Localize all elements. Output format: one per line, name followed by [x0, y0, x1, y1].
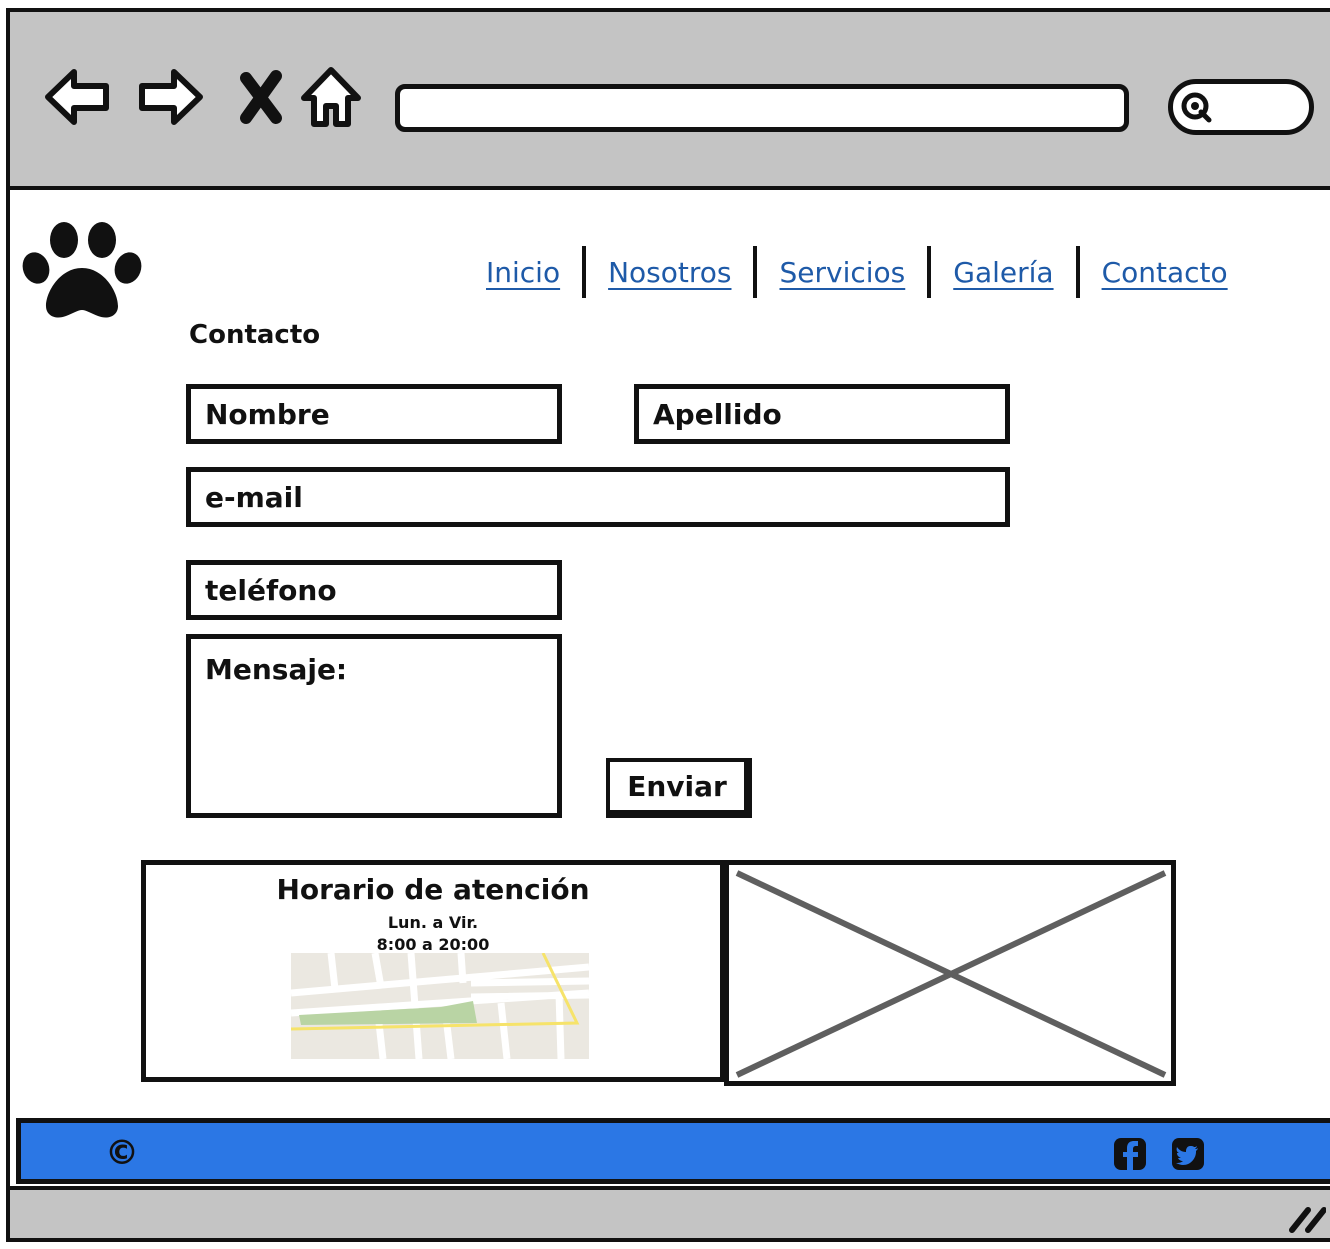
- twitter-icon[interactable]: [1171, 1137, 1205, 1171]
- opening-hours-panel: Horario de atención Lun. a Vir. 8:00 a 2…: [141, 860, 725, 1082]
- email-field[interactable]: e-mail: [186, 467, 1010, 527]
- resize-grip-icon[interactable]: [1286, 1200, 1326, 1234]
- menu-separator: [1075, 246, 1080, 298]
- arrow-right-icon[interactable]: [136, 62, 206, 132]
- menu-item-nosotros[interactable]: Nosotros: [608, 256, 731, 289]
- first-name-field[interactable]: Nombre: [186, 384, 562, 444]
- page-title: Contacto: [189, 320, 321, 350]
- footer: ©: [16, 1118, 1330, 1184]
- search-icon: [1181, 92, 1212, 123]
- main-menu: Inicio Nosotros Servicios Galería Contac…: [486, 244, 1228, 300]
- paw-icon: [22, 222, 142, 318]
- arrow-left-icon[interactable]: [42, 62, 112, 132]
- menu-item-galeria[interactable]: Galería: [953, 256, 1053, 289]
- image-placeholder: [724, 860, 1176, 1086]
- menu-separator: [927, 246, 932, 298]
- copyright-symbol: ©: [105, 1133, 139, 1173]
- message-textarea[interactable]: Mensaje:: [186, 634, 562, 818]
- menu-item-inicio[interactable]: Inicio: [486, 256, 560, 289]
- opening-days: Lun. a Vir.: [387, 913, 479, 932]
- image-placeholder-icon: [735, 870, 1167, 1078]
- map-icon[interactable]: [291, 953, 589, 1059]
- phone-field[interactable]: teléfono: [186, 560, 562, 620]
- menu-item-contacto[interactable]: Contacto: [1102, 256, 1228, 289]
- menu-item-servicios[interactable]: Servicios: [779, 256, 905, 289]
- status-bar: [6, 1186, 1330, 1242]
- facebook-icon[interactable]: [1113, 1137, 1147, 1171]
- last-name-field[interactable]: Apellido: [634, 384, 1010, 444]
- close-icon[interactable]: [232, 62, 302, 132]
- home-icon[interactable]: [296, 62, 366, 132]
- menu-separator: [582, 246, 587, 298]
- opening-hours-title: Horario de atención: [276, 873, 590, 906]
- send-button[interactable]: Enviar: [606, 758, 752, 818]
- menu-separator: [753, 246, 758, 298]
- opening-time: 8:00 a 20:00: [376, 935, 490, 954]
- search-field[interactable]: [1168, 79, 1314, 135]
- address-bar[interactable]: [395, 84, 1129, 132]
